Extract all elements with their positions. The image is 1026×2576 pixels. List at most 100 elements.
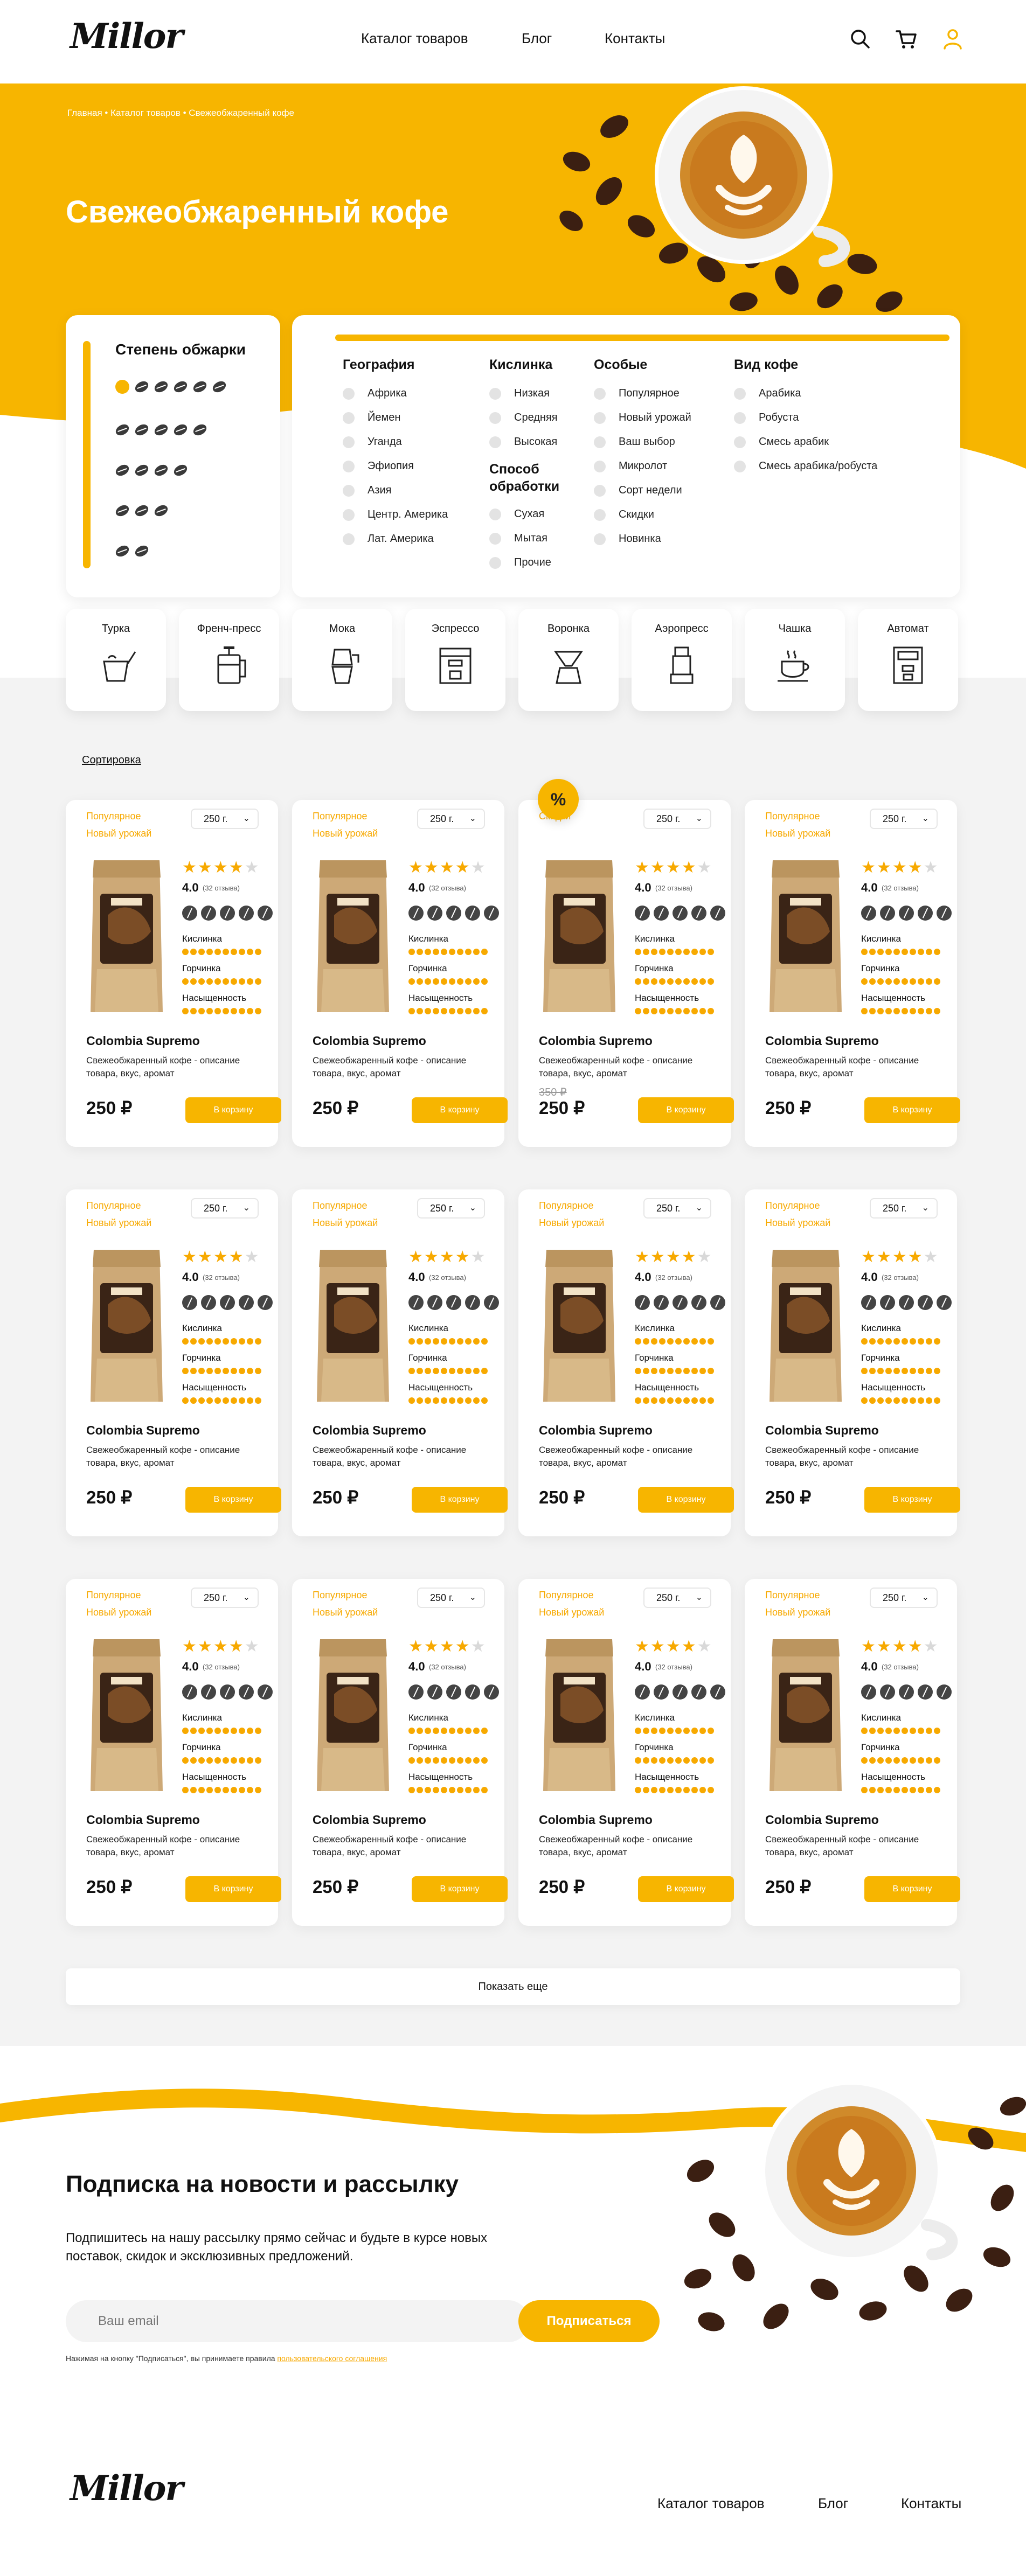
- product-image[interactable]: [86, 1245, 167, 1407]
- filter-option-geography[interactable]: Африка: [343, 387, 407, 400]
- checkbox[interactable]: [489, 508, 501, 520]
- filter-option-processing[interactable]: Сухая: [489, 508, 544, 520]
- checkbox[interactable]: [489, 436, 501, 448]
- checkbox[interactable]: [594, 484, 606, 497]
- product-image[interactable]: [313, 856, 393, 1018]
- weight-select[interactable]: 250 г. ⌄: [417, 809, 485, 829]
- reviews-count[interactable]: (32 отзыва): [429, 1663, 466, 1671]
- add-to-cart-button[interactable]: В корзину: [412, 1876, 508, 1902]
- filter-option-special[interactable]: Сорт недели: [594, 484, 682, 497]
- checkbox[interactable]: [594, 412, 606, 424]
- product-name[interactable]: Colombia Supremo: [765, 1813, 879, 1827]
- product-image[interactable]: [539, 1245, 620, 1407]
- reviews-count[interactable]: (32 отзыва): [882, 1273, 919, 1282]
- breadcrumb[interactable]: Главная • Каталог товаров • Свежеобжарен…: [67, 108, 294, 119]
- add-to-cart-button[interactable]: В корзину: [638, 1487, 734, 1513]
- add-to-cart-button[interactable]: В корзину: [864, 1097, 960, 1123]
- add-to-cart-button[interactable]: В корзину: [185, 1097, 281, 1123]
- roast-level-3[interactable]: [114, 503, 170, 519]
- product-name[interactable]: Colombia Supremo: [539, 1034, 653, 1048]
- product-image[interactable]: [539, 856, 620, 1018]
- filter-option-coffee-type[interactable]: Смесь арабик: [734, 436, 829, 448]
- reviews-count[interactable]: (32 отзыва): [429, 1273, 466, 1282]
- brew-method-card[interactable]: Аэропресс: [632, 609, 732, 711]
- reviews-count[interactable]: (32 отзыва): [655, 1273, 692, 1282]
- weight-select[interactable]: 250 г. ⌄: [870, 809, 938, 829]
- reviews-count[interactable]: (32 отзыва): [655, 884, 692, 892]
- brew-method-card[interactable]: Эспрессо: [405, 609, 505, 711]
- product-image[interactable]: [313, 1245, 393, 1407]
- product-name[interactable]: Colombia Supremo: [86, 1813, 200, 1827]
- filter-option-special[interactable]: Скидки: [594, 509, 654, 521]
- sort-link[interactable]: Сортировка: [82, 754, 141, 767]
- filter-option-special[interactable]: Популярное: [594, 387, 680, 400]
- filter-option-coffee-type[interactable]: Робуста: [734, 412, 799, 424]
- roast-level-5[interactable]: [114, 422, 209, 438]
- checkbox[interactable]: [734, 412, 746, 424]
- filter-option-geography[interactable]: Йемен: [343, 412, 400, 424]
- weight-select[interactable]: 250 г. ⌄: [870, 1588, 938, 1608]
- checkbox[interactable]: [489, 532, 501, 545]
- product-image[interactable]: [86, 1635, 167, 1797]
- checkbox[interactable]: [343, 436, 355, 448]
- add-to-cart-button[interactable]: В корзину: [638, 1097, 734, 1123]
- nav-blog[interactable]: Блог: [522, 30, 552, 47]
- add-to-cart-button[interactable]: В корзину: [638, 1876, 734, 1902]
- weight-select[interactable]: 250 г. ⌄: [417, 1198, 485, 1219]
- filter-option-coffee-type[interactable]: Смесь арабика/робуста: [734, 460, 877, 472]
- brew-method-card[interactable]: Френч-пресс: [179, 609, 279, 711]
- add-to-cart-button[interactable]: В корзину: [864, 1876, 960, 1902]
- weight-select[interactable]: 250 г. ⌄: [643, 1588, 711, 1608]
- filter-option-special[interactable]: Ваш выбор: [594, 436, 675, 448]
- checkbox[interactable]: [734, 387, 746, 400]
- brew-method-card[interactable]: Воронка: [518, 609, 619, 711]
- filter-option-special[interactable]: Новый урожай: [594, 412, 691, 424]
- weight-select[interactable]: 250 г. ⌄: [643, 1198, 711, 1219]
- filter-option-special[interactable]: Новинка: [594, 533, 661, 545]
- reviews-count[interactable]: (32 отзыва): [882, 1663, 919, 1671]
- checkbox[interactable]: [734, 436, 746, 448]
- product-image[interactable]: [86, 856, 167, 1018]
- add-to-cart-button[interactable]: В корзину: [412, 1097, 508, 1123]
- nav-contacts[interactable]: Контакты: [605, 30, 665, 47]
- checkbox[interactable]: [594, 387, 606, 400]
- product-image[interactable]: [765, 856, 846, 1018]
- logo[interactable]: Millor: [70, 16, 183, 57]
- roast-slider-track[interactable]: [83, 341, 91, 568]
- weight-select[interactable]: 250 г. ⌄: [417, 1588, 485, 1608]
- add-to-cart-button[interactable]: В корзину: [185, 1876, 281, 1902]
- product-image[interactable]: [539, 1635, 620, 1797]
- filter-option-geography[interactable]: Уганда: [343, 436, 402, 448]
- reviews-count[interactable]: (32 отзыва): [882, 884, 919, 892]
- cart-icon[interactable]: [895, 27, 918, 51]
- add-to-cart-button[interactable]: В корзину: [185, 1487, 281, 1513]
- filter-option-coffee-type[interactable]: Арабика: [734, 387, 801, 400]
- reviews-count[interactable]: (32 отзыва): [203, 1273, 240, 1282]
- filter-option-processing[interactable]: Мытая: [489, 532, 547, 545]
- footer-nav-blog[interactable]: Блог: [818, 2495, 848, 2512]
- roast-level-4[interactable]: [114, 462, 189, 478]
- filter-option-geography[interactable]: Азия: [343, 484, 392, 497]
- footer-logo[interactable]: Millor: [70, 2468, 183, 2509]
- product-image[interactable]: [313, 1635, 393, 1797]
- user-agreement-link[interactable]: пользовательского соглашения: [277, 2354, 387, 2363]
- weight-select[interactable]: 250 г. ⌄: [870, 1198, 938, 1219]
- reviews-count[interactable]: (32 отзыва): [655, 1663, 692, 1671]
- brew-method-card[interactable]: Автомат: [858, 609, 958, 711]
- checkbox[interactable]: [594, 509, 606, 521]
- filter-option-geography[interactable]: Лат. Америка: [343, 533, 434, 545]
- filter-option-geography[interactable]: Центр. Америка: [343, 509, 448, 521]
- filter-option-geography[interactable]: Эфиопия: [343, 460, 414, 472]
- filter-option-processing[interactable]: Прочие: [489, 556, 551, 569]
- checkbox[interactable]: [343, 412, 355, 424]
- email-input[interactable]: [66, 2300, 529, 2342]
- weight-select[interactable]: 250 г. ⌄: [643, 809, 711, 829]
- reviews-count[interactable]: (32 отзыва): [203, 884, 240, 892]
- brew-method-card[interactable]: Чашка: [745, 609, 845, 711]
- product-name[interactable]: Colombia Supremo: [539, 1423, 653, 1438]
- footer-nav-contacts[interactable]: Контакты: [901, 2495, 961, 2512]
- add-to-cart-button[interactable]: В корзину: [864, 1487, 960, 1513]
- checkbox[interactable]: [594, 460, 606, 472]
- product-name[interactable]: Colombia Supremo: [313, 1813, 426, 1827]
- checkbox[interactable]: [594, 533, 606, 545]
